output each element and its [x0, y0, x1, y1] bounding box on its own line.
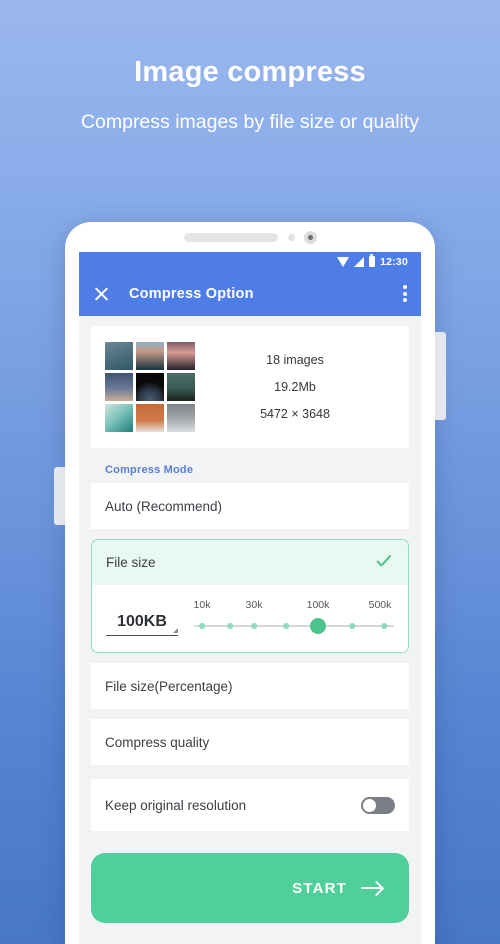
file-size-input[interactable]: 100KB	[106, 613, 178, 636]
thumbnail-3[interactable]	[105, 373, 133, 401]
image-dimensions: 5472 × 3648	[260, 407, 330, 421]
app-bar-title: Compress Option	[129, 285, 254, 302]
thumbnail-7[interactable]	[136, 404, 164, 432]
thumbnail-2[interactable]	[167, 342, 195, 370]
slider-track-line	[194, 625, 394, 628]
keep-original-resolution-row[interactable]: Keep original resolution	[91, 779, 409, 831]
slider-tick-0[interactable]	[199, 623, 205, 629]
start-button[interactable]: START	[91, 853, 409, 923]
slider-label-3: 500k	[368, 599, 392, 611]
thumbnail-8[interactable]	[167, 404, 195, 432]
option-file-size-percentage-label: File size(Percentage)	[105, 678, 233, 694]
content-area: 18 images 19.2Mb 5472 × 3648 Compress Mo…	[79, 326, 421, 923]
battery-icon	[368, 254, 376, 267]
phone-body: 12:30 Compress Option 18 images 19.2Mb 5…	[65, 222, 435, 944]
start-button-label: START	[292, 879, 347, 897]
proximity-sensor-icon	[287, 233, 295, 241]
promo-title: Image compress	[134, 56, 366, 88]
slider-tick-5[interactable]	[349, 623, 355, 629]
slider-tick-labels: 10k 30k 100k 500k	[194, 599, 394, 614]
slider-label-0: 10k	[193, 599, 211, 611]
resize-handle-icon[interactable]	[173, 628, 178, 633]
front-camera-icon	[303, 230, 317, 244]
option-file-size-label: File size	[106, 555, 156, 570]
option-compress-quality-label: Compress quality	[105, 734, 210, 750]
compress-mode-label: Compress Mode	[105, 464, 194, 476]
phone-top-bezel	[65, 222, 435, 252]
slider-tick-2[interactable]	[251, 623, 257, 629]
keep-original-resolution-label: Keep original resolution	[105, 797, 247, 813]
option-compress-quality[interactable]: Compress quality	[91, 719, 409, 765]
phone-screen: 12:30 Compress Option 18 images 19.2Mb 5…	[79, 252, 421, 944]
promo-subtitle: Compress images by file size or quality	[80, 111, 420, 133]
signal-icon	[353, 256, 364, 267]
check-icon	[377, 557, 394, 568]
wifi-icon	[336, 256, 349, 267]
arrow-right-icon	[361, 880, 383, 896]
status-bar-time: 12:30	[380, 255, 408, 268]
slider-tick-6[interactable]	[381, 623, 387, 629]
app-bar-main: Compress Option	[79, 271, 421, 316]
image-info-text: 18 images 19.2Mb 5472 × 3648	[195, 353, 395, 421]
image-total-size: 19.2Mb	[274, 380, 316, 394]
file-size-value: 100KB	[117, 612, 167, 630]
thumbnail-6[interactable]	[105, 404, 133, 432]
image-count: 18 images	[266, 353, 324, 367]
close-icon[interactable]	[93, 285, 110, 302]
thumbnail-0[interactable]	[105, 342, 133, 370]
slider-tick-1[interactable]	[227, 623, 233, 629]
phone-mockup: 12:30 Compress Option 18 images 19.2Mb 5…	[54, 222, 446, 944]
file-size-slider[interactable]: 10k 30k 100k 500k	[194, 599, 394, 636]
thumbnail-1[interactable]	[136, 342, 164, 370]
promo-header: Image compress Compress images by file s…	[0, 0, 500, 137]
earpiece-speaker	[183, 232, 278, 242]
file-size-slider-area: 100KB 10k 30k 100k 500k	[92, 585, 408, 652]
app-bar: 12:30 Compress Option	[79, 252, 421, 316]
keep-original-resolution-toggle[interactable]	[361, 796, 395, 814]
option-auto-recommend[interactable]: Auto (Recommend)	[91, 483, 409, 529]
toggle-knob	[363, 798, 376, 812]
slider-tick-3[interactable]	[283, 623, 289, 629]
image-info-card: 18 images 19.2Mb 5472 × 3648	[91, 326, 409, 448]
option-file-size[interactable]: File size 100KB 10k 30k 100k 500k	[91, 539, 409, 653]
slider-label-2: 100k	[306, 599, 330, 611]
thumbnail-5[interactable]	[167, 373, 195, 401]
thumbnail-4[interactable]	[136, 373, 164, 401]
file-size-underline	[106, 634, 178, 636]
option-auto-label: Auto (Recommend)	[105, 498, 223, 514]
slider-track[interactable]	[194, 618, 394, 634]
option-file-size-percentage[interactable]: File size(Percentage)	[91, 663, 409, 709]
more-vertical-icon[interactable]	[403, 284, 407, 303]
thumbnail-grid[interactable]	[105, 342, 195, 432]
slider-label-1: 30k	[245, 599, 263, 611]
status-bar: 12:30	[79, 252, 421, 271]
option-file-size-header[interactable]: File size	[92, 540, 408, 585]
slider-thumb[interactable]	[310, 618, 326, 634]
